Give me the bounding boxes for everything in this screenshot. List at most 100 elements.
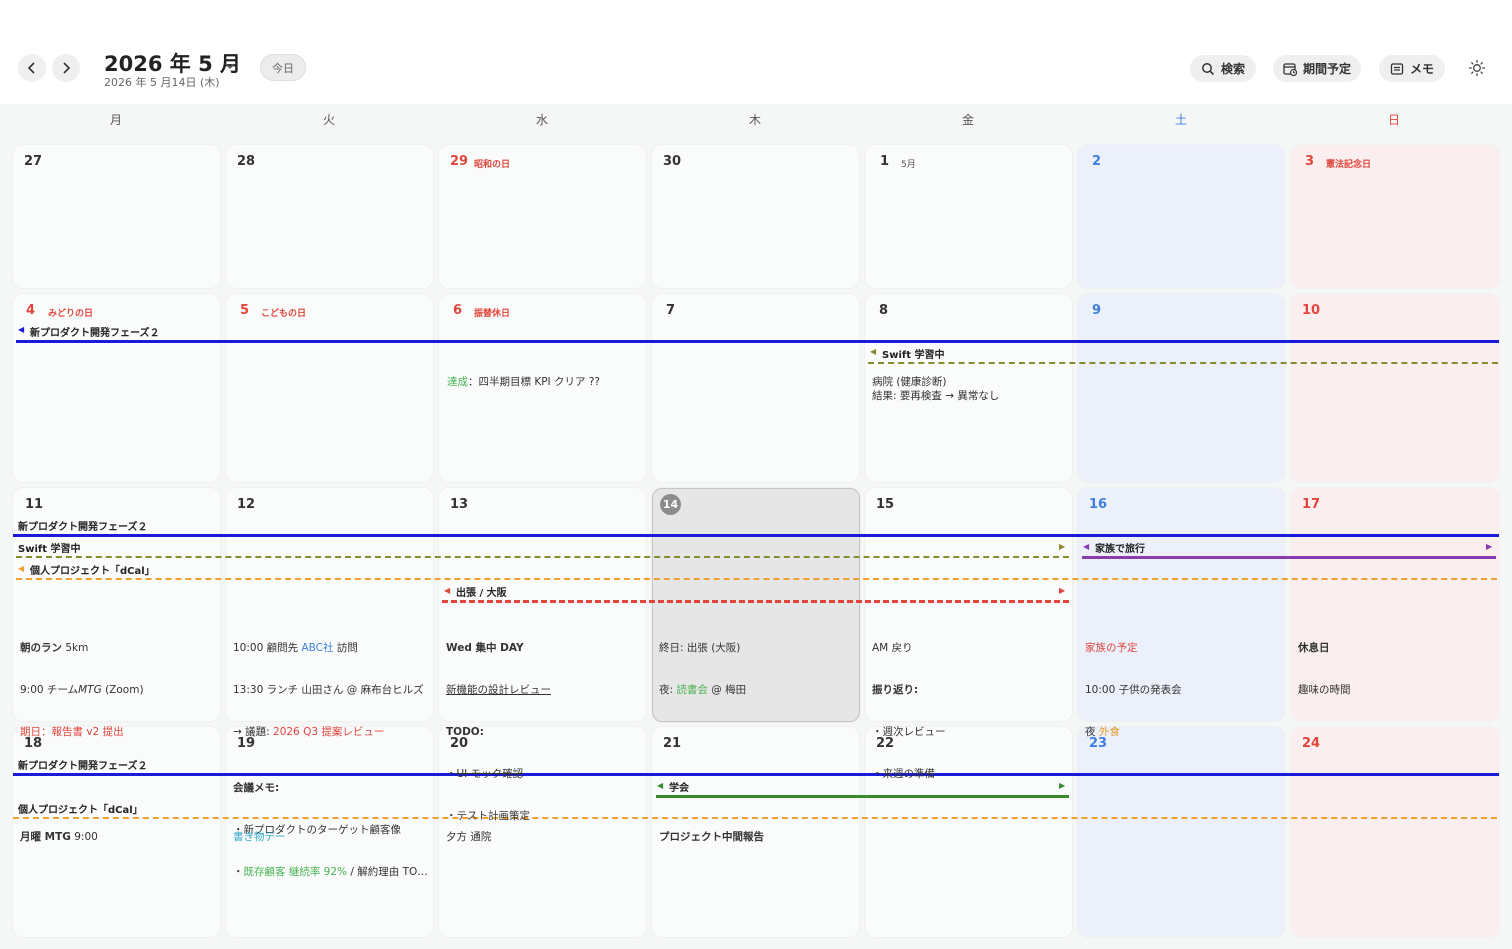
- note-may18[interactable]: 月曜 MTG 9:00: [20, 830, 98, 844]
- note-link[interactable]: 新機能の設計レビュー: [446, 683, 551, 697]
- day-cell[interactable]: [865, 145, 1072, 288]
- day-cell[interactable]: [13, 145, 220, 288]
- note-bold: 朝のラン: [20, 642, 62, 654]
- note-may17[interactable]: 休息日 趣味の時間: [1298, 613, 1351, 711]
- event-newproduct-label[interactable]: 新プロダクト開発フェーズ２: [30, 324, 160, 339]
- day-cell-saturday[interactable]: [1078, 727, 1285, 937]
- day-number: 2: [1092, 154, 1102, 169]
- note-text: ：四半期目標 KPI クリア ??: [468, 376, 600, 388]
- next-month-button[interactable]: [52, 54, 80, 82]
- day-cell[interactable]: [439, 145, 646, 288]
- holiday-label: こどもの日: [261, 309, 307, 319]
- day-number: 3: [1305, 154, 1315, 169]
- continues-right-icon: ▶: [1059, 781, 1066, 790]
- day-cell-saturday[interactable]: [1078, 294, 1285, 482]
- event-swift-label[interactable]: Swift 学習中: [882, 346, 944, 361]
- note-line: → 議題: 2026 Q3 提案レビュー: [233, 725, 428, 739]
- event-swift-label[interactable]: Swift 学習中: [18, 540, 80, 555]
- event-osaka-label[interactable]: 出張 / 大阪: [456, 584, 507, 599]
- note-highlight: 外食: [1098, 726, 1120, 738]
- note-may14[interactable]: 終日: 出張 (大阪) 夜: 読書会 @ 梅田: [659, 613, 746, 711]
- day-number: 17: [1302, 497, 1321, 512]
- event-newproduct-bar[interactable]: [16, 340, 1499, 343]
- continues-left-icon: ◀: [18, 564, 25, 573]
- continues-left-icon: ◀: [870, 347, 877, 356]
- event-family-trip-label[interactable]: 家族で旅行: [1095, 540, 1145, 555]
- day-cell[interactable]: [652, 294, 859, 482]
- note-may19[interactable]: 書き物デー: [233, 830, 286, 844]
- event-conference-bar[interactable]: [656, 795, 1069, 798]
- note-line: 趣味の時間: [1298, 684, 1351, 696]
- search-icon: [1202, 62, 1215, 75]
- period-events-button[interactable]: 期間予定: [1273, 55, 1361, 82]
- day-cell-sunday[interactable]: [1291, 727, 1499, 937]
- memo-button[interactable]: メモ: [1379, 55, 1445, 82]
- note-line: ・週次レビュー: [872, 726, 946, 738]
- note-line: 9:00 チームMTG (Zoom): [20, 683, 144, 697]
- note-may21[interactable]: プロジェクト中間報告: [659, 830, 764, 844]
- note-text: 夜: [1085, 726, 1099, 738]
- event-personal-project-label[interactable]: 個人プロジェクト「dCal」: [30, 562, 155, 577]
- note-heading: Wed 集中 DAY: [446, 642, 524, 654]
- day-number: 9: [1092, 303, 1102, 318]
- note-line: ・テスト計画策定: [446, 810, 530, 822]
- event-newproduct-bar[interactable]: [13, 534, 1499, 537]
- note-heading: 家族の予定: [1085, 642, 1138, 654]
- weekday-sun: 日: [1387, 113, 1400, 127]
- note-highlight: 読書会: [676, 684, 708, 696]
- event-personal-project-bar[interactable]: [16, 578, 1497, 580]
- period-events-label: 期間予定: [1302, 62, 1351, 76]
- day-cell[interactable]: [226, 294, 433, 482]
- month-marker: 5月: [901, 160, 916, 170]
- event-family-trip-bar[interactable]: [1082, 556, 1496, 559]
- search-button[interactable]: 検索: [1190, 55, 1256, 82]
- chevron-down-icon[interactable]: [224, 60, 236, 72]
- event-newproduct-label[interactable]: 新プロダクト開発フェーズ２: [18, 757, 148, 772]
- holiday-label: みどりの日: [48, 309, 94, 319]
- theme-toggle-sun-icon[interactable]: [1468, 59, 1486, 77]
- event-personal-project-label[interactable]: 個人プロジェクト「dCal」: [18, 801, 143, 816]
- today-button[interactable]: 今日: [260, 54, 306, 81]
- day-number: 5: [240, 303, 250, 318]
- event-conference-label[interactable]: 学会: [669, 779, 689, 794]
- note-text: 5km: [62, 642, 89, 654]
- note-line: 病院 (健康診断): [872, 376, 947, 388]
- note-text: 9:00 チーム: [20, 684, 79, 696]
- note-may6[interactable]: 達成：四半期目標 KPI クリア ??: [447, 375, 600, 389]
- day-number: 24: [1302, 736, 1321, 751]
- note-highlight: 2026 Q3 提案レビュー: [273, 726, 385, 738]
- day-cell-sunday[interactable]: [1291, 294, 1499, 482]
- note-line: 夜 外食: [1085, 725, 1182, 739]
- event-swift-bar[interactable]: [868, 362, 1498, 364]
- note-may8[interactable]: 病院 (健康診断) 結果: 要再検査 → 異常なし: [872, 375, 999, 403]
- day-number: 4: [26, 303, 36, 318]
- note-text: 訪問: [333, 642, 358, 654]
- prev-month-button[interactable]: [18, 54, 46, 82]
- note-may11[interactable]: 朝のラン 5km 9:00 チームMTG (Zoom) 期日：報告書 v2 提出: [20, 613, 144, 753]
- continues-left-icon: ◀: [444, 586, 451, 595]
- note-may20[interactable]: 夕方 通院: [446, 830, 491, 844]
- continues-left-icon: ◀: [1083, 542, 1090, 551]
- event-newproduct-label[interactable]: 新プロダクト開発フェーズ２: [18, 518, 148, 533]
- event-osaka-bar[interactable]: [442, 600, 1069, 603]
- day-cell[interactable]: [226, 145, 433, 288]
- note-may16[interactable]: 家族の予定 10:00 子供の発表会 夜 外食: [1085, 613, 1182, 753]
- day-cell[interactable]: [13, 294, 220, 482]
- event-swift-bar[interactable]: [16, 556, 1069, 558]
- note-may12[interactable]: 10:00 顧問先 ABC社 訪問 13:30 ランチ 山田さん @ 麻布台ヒル…: [233, 613, 428, 893]
- day-number: 10: [1302, 303, 1321, 318]
- note-highlight: ABC社: [301, 642, 334, 654]
- note-may13[interactable]: Wed 集中 DAY 新機能の設計レビュー TODO: ・UI モック確認 ・テ…: [446, 613, 551, 837]
- day-number: 6: [453, 303, 463, 318]
- note-text: ・: [233, 866, 244, 878]
- day-cell-saturday[interactable]: [1078, 145, 1285, 288]
- day-number: 30: [663, 154, 682, 169]
- note-line: ・UI モック確認: [446, 767, 551, 781]
- day-cell-sunday[interactable]: [1291, 145, 1499, 288]
- note-may15[interactable]: AM 戻り 振り返り: ・週次レビュー ・来週の準備: [872, 613, 946, 795]
- day-number: 12: [237, 497, 256, 512]
- calendar-clock-icon: [1283, 62, 1297, 76]
- day-cell[interactable]: [652, 145, 859, 288]
- note-text: 夜:: [659, 684, 677, 696]
- day-number: 1: [880, 154, 890, 169]
